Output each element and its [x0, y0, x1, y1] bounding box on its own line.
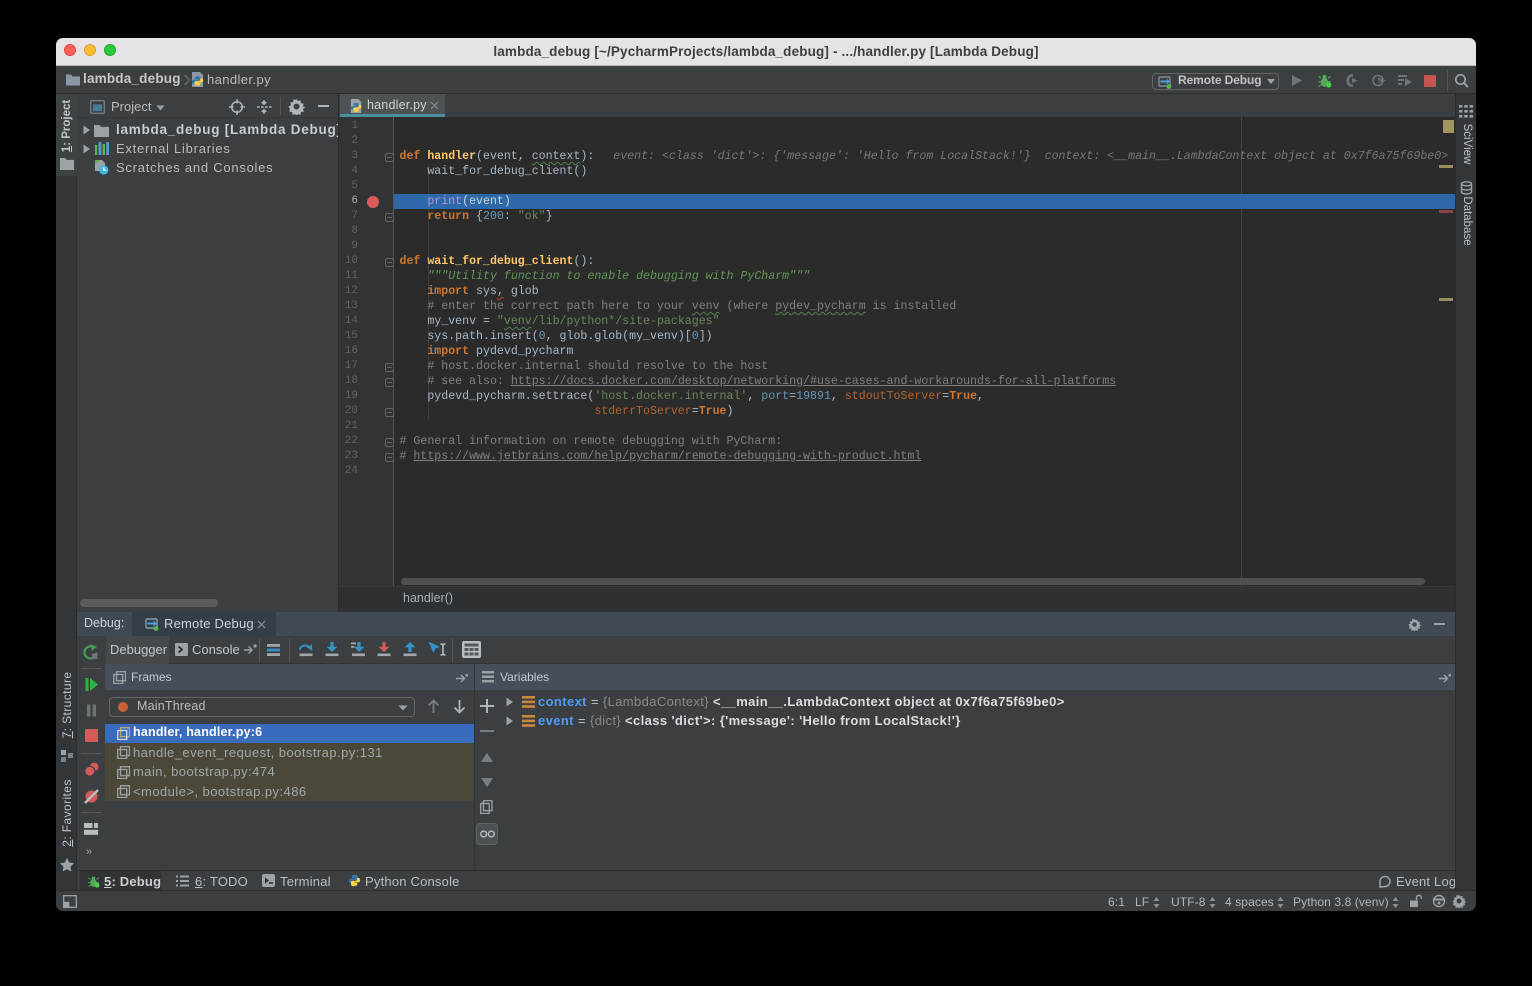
svg-text:?: ?	[1461, 901, 1465, 908]
